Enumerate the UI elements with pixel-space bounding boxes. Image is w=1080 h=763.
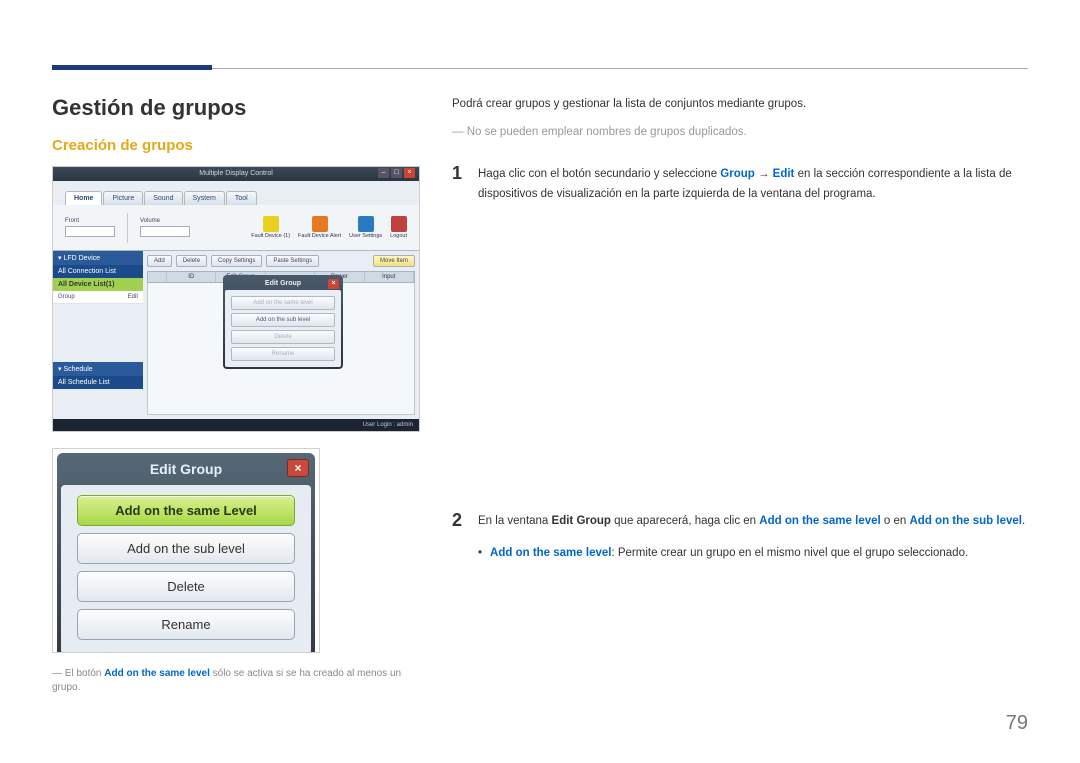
step2-number: 2 [452,511,466,562]
copy-settings-button[interactable]: Copy Settings [211,255,262,267]
col-input: Input [365,272,414,282]
dialog-body: Add on the same Level Add on the sub lev… [61,485,311,653]
window-buttons: – □ × [378,168,415,178]
group-label: Group [58,294,75,300]
status-bar: User Login : admin [53,419,419,431]
add-sub-level-button[interactable]: Add on the sub level [77,533,295,564]
step-1: 1 Haga clic con el botón secundario y se… [452,164,1028,205]
fault-alert-icon[interactable]: Fault Device Alert [298,216,341,239]
dialog-window: Edit Group × Add on the same Level Add o… [57,453,315,653]
tab-system[interactable]: System [184,191,225,205]
main-tabs: Home Picture Sound System Tool [53,181,419,205]
section-heading: Gestión de grupos [52,95,420,121]
step-2: 2 En la ventana Edit Group que aparecerá… [452,511,1028,562]
user-settings-icon[interactable]: User Settings [349,216,382,239]
popup-add-sub-level[interactable]: Add on the sub level [231,313,335,327]
screenshot-edit-group-dialog: Edit Group × Add on the same Level Add o… [52,448,320,653]
edit-group-popup-small: Edit Group × Add on the same level Add o… [223,275,343,369]
sidebar-group-row[interactable]: Group Edit [53,291,143,304]
popup-body: Add on the same level Add on the sub lev… [225,290,341,367]
dialog-titlebar: Edit Group × [59,455,313,483]
ribbon-front-group: Front [65,218,115,237]
popup-add-same-level[interactable]: Add on the same level [231,296,335,310]
popup-close-icon[interactable]: × [328,279,339,289]
edit-label: Edit [128,294,138,300]
add-button[interactable]: Add [147,255,172,267]
front-select[interactable] [65,226,115,237]
sidebar-schedule-list[interactable]: All Schedule List [53,376,143,389]
page-content: Gestión de grupos Creación de grupos Mul… [52,95,1028,733]
paste-settings-button[interactable]: Paste Settings [266,255,319,267]
note-text: ― No se pueden emplear nombres de grupos… [452,123,1028,141]
ribbon-volume-group: Volume [140,218,190,237]
footnote: ― El botón Add on the same level sólo se… [52,667,420,695]
page-number: 79 [1006,712,1028,735]
bullet-dot: • [478,544,482,562]
bullet-same-level: • Add on the same level: Permite crear u… [478,544,1028,562]
volume-select[interactable] [140,226,190,237]
tab-picture[interactable]: Picture [103,191,143,205]
close-icon[interactable]: × [404,168,415,178]
popup-rename[interactable]: Rename [231,347,335,361]
front-label: Front [65,218,79,224]
ribbon-right: Fault Device (1) Fault Device Alert User… [251,216,407,239]
header-accent [52,65,212,70]
popup-delete[interactable]: Delete [231,330,335,344]
sidebar-lfd-header[interactable]: ▾ LFD Device [53,251,143,265]
ribbon: Front Volume Fault Device (1) Fault Devi… [53,205,419,251]
logout-icon[interactable]: Logout [390,216,407,239]
right-column: Podrá crear grupos y gestionar la lista … [452,95,1028,733]
left-column: Gestión de grupos Creación de grupos Mul… [52,95,420,733]
window-title: Multiple Display Control – □ × [53,167,419,181]
move-item-button[interactable]: Move Item [373,255,415,267]
rename-button-dialog[interactable]: Rename [77,609,295,640]
dialog-close-icon[interactable]: × [287,459,309,477]
tab-sound[interactable]: Sound [144,191,182,205]
col-id: ID [167,272,216,282]
delete-button-dialog[interactable]: Delete [77,571,295,602]
tab-home[interactable]: Home [65,191,102,205]
window-title-text: Multiple Display Control [199,170,273,177]
dialog-title-text: Edit Group [150,461,222,477]
sidebar-connection-header[interactable]: All Connection List [53,265,143,278]
step1-text: Haga clic con el botón secundario y sele… [478,164,1028,205]
add-same-level-button[interactable]: Add on the same Level [77,495,295,526]
step2-text: En la ventana Edit Group que aparecerá, … [478,511,1028,562]
popup-title: Edit Group × [225,277,341,290]
intro-text: Podrá crear grupos y gestionar la lista … [452,95,1028,113]
maximize-icon[interactable]: □ [391,168,402,178]
subsection-heading: Creación de grupos [52,137,420,154]
step1-number: 1 [452,164,466,205]
sidebar-schedule-header[interactable]: ▾ Schedule [53,362,143,376]
sidebar: ▾ LFD Device All Connection List All Dev… [53,251,143,419]
delete-button[interactable]: Delete [176,255,207,267]
volume-label: Volume [140,218,160,224]
fault-device-icon[interactable]: Fault Device (1) [251,216,290,239]
screenshot-mdc-app: Multiple Display Control – □ × Home Pict… [52,166,420,432]
toolbar-row: Add Delete Copy Settings Paste Settings … [143,251,419,271]
minimize-icon[interactable]: – [378,168,389,178]
tab-tool[interactable]: Tool [226,191,257,205]
sidebar-device-list[interactable]: All Device List(1) [53,278,143,291]
col-check [148,272,167,282]
